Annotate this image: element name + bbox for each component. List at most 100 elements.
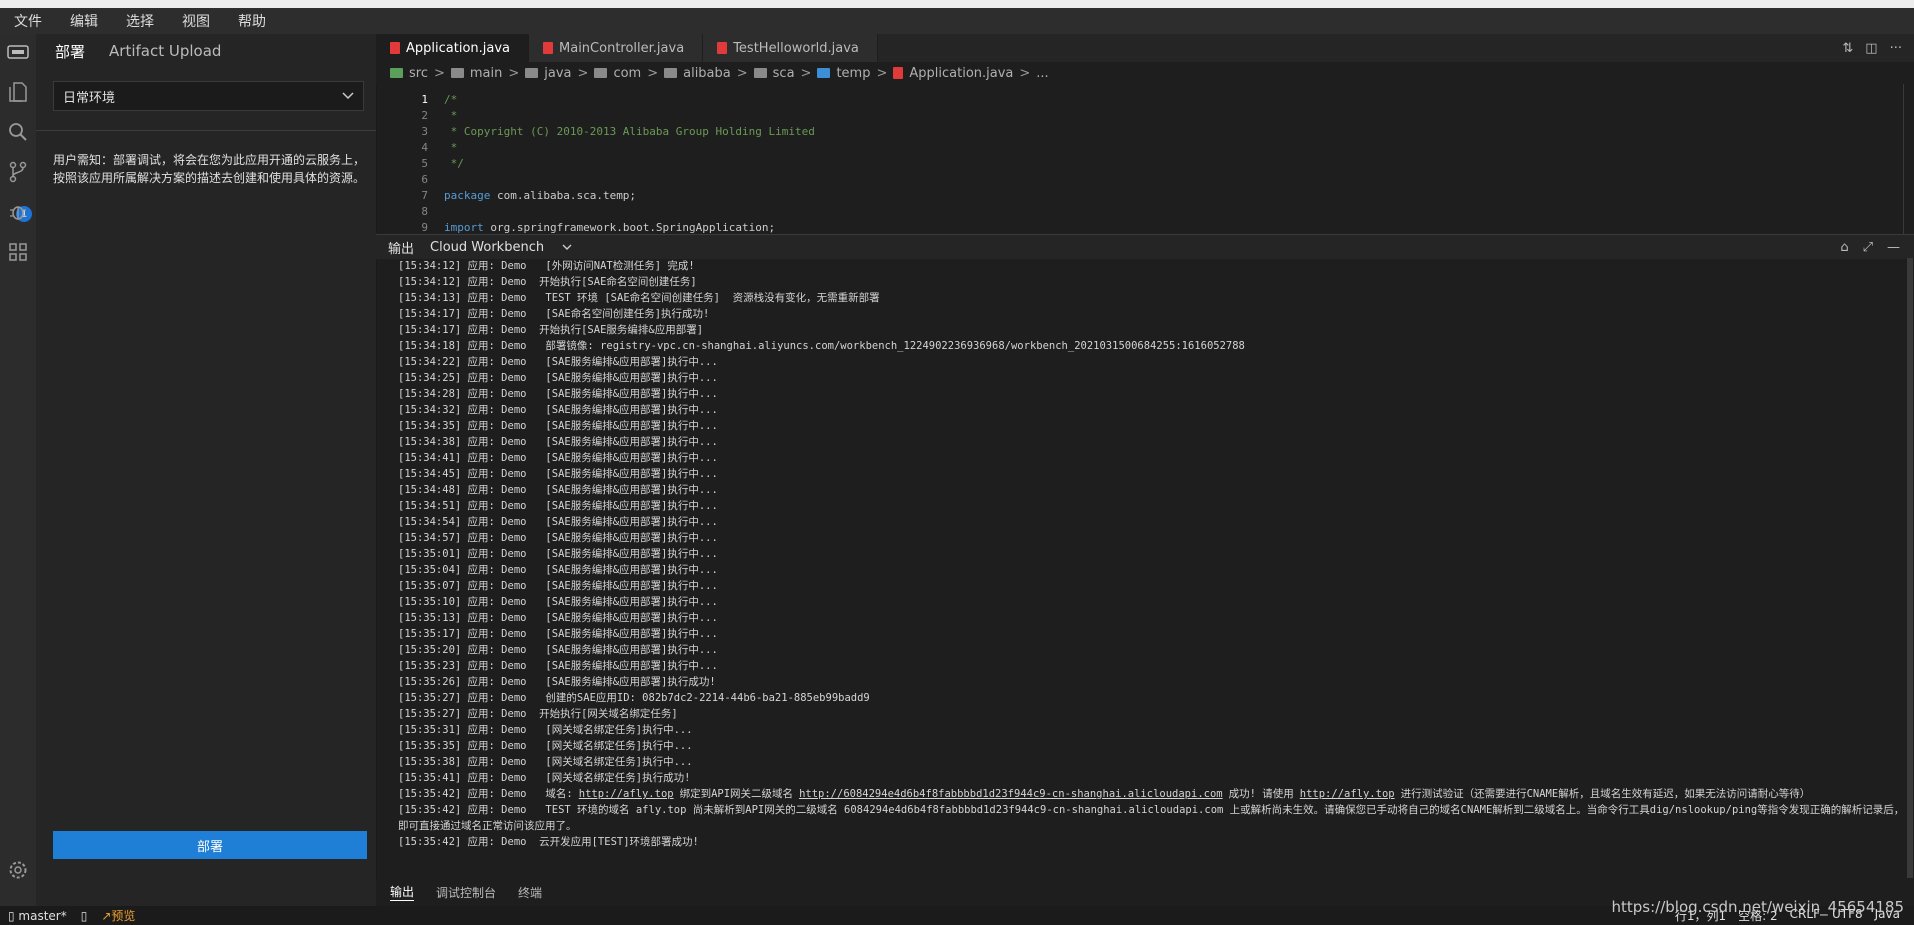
tab-terminal[interactable]: 终端	[518, 884, 542, 901]
cloud-deploy-icon[interactable]	[6, 40, 30, 64]
breadcrumb-sca[interactable]: sca	[773, 66, 795, 81]
code-line: 8	[376, 204, 1914, 220]
log-line: [15:34:17] 应用: Demo [SAE命名空间创建任务]执行成功!	[398, 308, 710, 320]
java-file-icon	[543, 42, 554, 54]
debug-icon[interactable]	[6, 200, 30, 224]
chevron-right-icon: >	[433, 65, 445, 81]
java-file-icon	[893, 67, 904, 79]
scrollbar-thumb[interactable]	[1907, 258, 1913, 878]
chevron-right-icon: >	[508, 65, 520, 81]
editor-scrollbar[interactable]	[1903, 84, 1904, 234]
log-line: [15:34:12] 应用: Demo 开始执行[SAE命名空间创建任务]	[398, 276, 697, 288]
tab-maincontroller-java[interactable]: MainController.java	[529, 34, 704, 62]
output-log[interactable]: [15:34:12] 应用: Demo [外网访问NAT检测任务] 完成! [15…	[376, 258, 1906, 878]
log-line: [15:35:07] 应用: Demo [SAE服务编排&应用部署]执行中...	[398, 580, 718, 592]
breadcrumb-com[interactable]: com	[613, 66, 641, 81]
activity-bar: 1	[0, 34, 36, 906]
chevron-right-icon: >	[647, 65, 659, 81]
code-text: *	[444, 141, 458, 154]
git-branch[interactable]: ▯ master*	[8, 909, 67, 923]
menu-view[interactable]: 视图	[168, 11, 224, 31]
code-line: 6	[376, 172, 1914, 188]
code-line: 1 /*	[376, 92, 1914, 108]
line-number: 6	[421, 173, 428, 186]
tab-output[interactable]: 输出	[390, 883, 415, 901]
line-number: 3	[421, 125, 428, 138]
split-editor-icon[interactable]: ◫	[1865, 41, 1877, 56]
log-link[interactable]: http://6084294e4d6b4f8fabbbbd1d23f944c9-…	[799, 788, 1223, 800]
menu-edit[interactable]: 编辑	[56, 11, 112, 31]
tab-deploy[interactable]: 部署	[55, 41, 85, 62]
breadcrumb-src[interactable]: src	[409, 66, 428, 81]
line-number: 7	[421, 189, 428, 202]
editor-tab-bar: Application.java MainController.java Tes…	[376, 34, 1914, 62]
log-line: [15:35:01] 应用: Demo [SAE服务编排&应用部署]执行中...	[398, 548, 718, 560]
source-control-icon[interactable]	[6, 160, 30, 184]
log-line: [15:34:51] 应用: Demo [SAE服务编排&应用部署]执行中...	[398, 500, 718, 512]
line-number: 9	[421, 221, 428, 234]
breadcrumb-main[interactable]: main	[470, 66, 502, 81]
more-actions-icon[interactable]: ···	[1890, 41, 1902, 56]
line-number: 2	[421, 109, 428, 122]
code-text: */	[444, 157, 464, 170]
log-line: [15:34:45] 应用: Demo [SAE服务编排&应用部署]执行中...	[398, 468, 718, 480]
log-line: [15:35:35] 应用: Demo [网关域名绑定任务]执行中...	[398, 740, 693, 752]
log-text: 绑定到API网关二级域名	[679, 788, 794, 800]
log-text: 成功! 请使用	[1228, 788, 1294, 800]
menu-file[interactable]: 文件	[0, 11, 56, 31]
breadcrumb: src > main > java > com > alibaba > sca …	[376, 62, 1914, 84]
breadcrumb-file[interactable]: Application.java	[909, 66, 1013, 81]
deploy-button[interactable]: 部署	[53, 831, 367, 859]
tab-testhelloworld-java[interactable]: TestHelloworld.java	[703, 34, 878, 62]
breadcrumb-temp[interactable]: temp	[836, 66, 870, 81]
menu-bar: 文件 编辑 选择 视图 帮助	[0, 8, 1914, 34]
folder-icon	[594, 68, 608, 78]
log-line: [15:35:17] 应用: Demo [SAE服务编排&应用部署]执行中...	[398, 628, 718, 640]
tab-artifact-upload[interactable]: Artifact Upload	[109, 42, 221, 60]
sync-icon[interactable]: ▯	[81, 909, 88, 923]
code-editor[interactable]: 1 /* 2 * 3 * Copyright (C) 2010-2013 Alib…	[376, 92, 1914, 234]
code-text: /*	[444, 93, 458, 106]
menu-help[interactable]: 帮助	[224, 11, 280, 31]
breadcrumb-more[interactable]: ...	[1036, 66, 1048, 81]
chevron-down-icon	[342, 89, 354, 104]
code-text: *	[444, 109, 458, 122]
log-line: [15:35:41] 应用: Demo [网关域名绑定任务]执行成功!	[398, 772, 691, 784]
java-file-icon	[390, 42, 400, 54]
output-scrollbar[interactable]	[1906, 258, 1914, 878]
extensions-icon[interactable]	[6, 240, 30, 264]
code-line: 2 *	[376, 108, 1914, 124]
maximize-panel-icon[interactable]: ⤢	[1863, 240, 1873, 255]
search-icon[interactable]	[6, 120, 30, 144]
breadcrumb-java[interactable]: java	[544, 66, 571, 81]
log-link[interactable]: http://afly.top	[579, 788, 674, 800]
lock-scroll-icon[interactable]: ⌂	[1840, 240, 1848, 255]
log-line: [15:34:25] 应用: Demo [SAE服务编排&应用部署]执行中...	[398, 372, 718, 384]
close-panel-icon[interactable]: —	[1887, 240, 1900, 255]
output-channel-select[interactable]: Cloud Workbench	[426, 240, 572, 255]
code-text: package com.alibaba.sca.temp;	[444, 189, 637, 202]
explorer-icon[interactable]	[6, 80, 30, 104]
sidebar-divider	[36, 130, 376, 131]
code-line: 9 import org.springframework.boot.SpringA…	[376, 220, 1914, 234]
tab-debug-console[interactable]: 调试控制台	[436, 884, 496, 901]
settings-gear-icon[interactable]	[6, 858, 30, 882]
compare-icon[interactable]: ⇅	[1842, 41, 1853, 56]
breadcrumb-alibaba[interactable]: alibaba	[683, 66, 731, 81]
branch-icon: ▯	[8, 908, 19, 923]
code-text: * Copyright (C) 2010-2013 Alibaba Group …	[444, 125, 815, 138]
code-line: 4 *	[376, 140, 1914, 156]
menu-select[interactable]: 选择	[112, 11, 168, 31]
environment-select[interactable]: 日常环境	[53, 81, 364, 111]
log-line: [15:35:23] 应用: Demo [SAE服务编排&应用部署]执行中...	[398, 660, 718, 672]
log-link[interactable]: http://afly.top	[1300, 788, 1395, 800]
output-channel-value: Cloud Workbench	[430, 239, 545, 255]
code-line: 7 package com.alibaba.sca.temp;	[376, 188, 1914, 204]
preview-label: 预览	[111, 909, 136, 923]
tab-application-java[interactable]: Application.java	[376, 34, 530, 62]
log-line: [15:35:04] 应用: Demo [SAE服务编排&应用部署]执行中...	[398, 564, 718, 576]
folder-icon	[753, 68, 767, 78]
log-line-domain: [15:35:42] 应用: Demo 域名: http://afly.top 绑定…	[398, 786, 1906, 802]
preview-button[interactable]: ↗预览	[101, 907, 135, 924]
code-line: 5 */	[376, 156, 1914, 172]
